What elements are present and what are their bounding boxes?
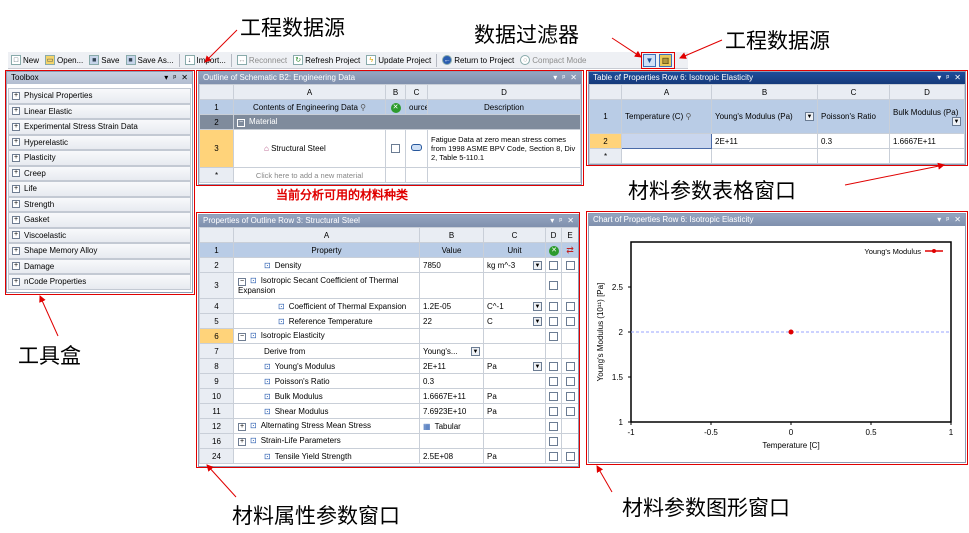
arrow: [844, 162, 945, 186]
arrow: [204, 29, 238, 63]
arrow: [611, 37, 642, 58]
arrow: [39, 295, 59, 337]
annotation-arrows: [39, 29, 945, 498]
arrow: [679, 39, 723, 59]
arrow: [206, 464, 237, 498]
arrow: [596, 465, 613, 493]
